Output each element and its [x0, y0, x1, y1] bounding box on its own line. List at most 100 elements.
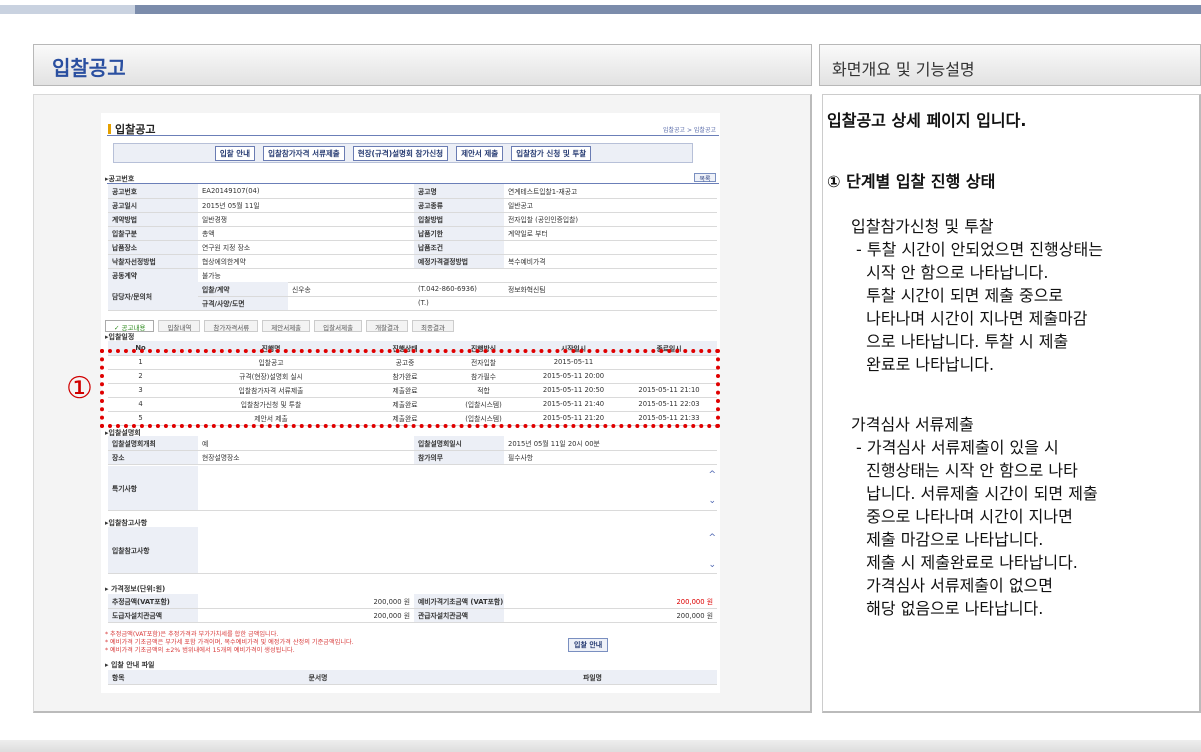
briefing-value: 2015년 05월 11일 20시 00분: [504, 436, 717, 451]
info-label: 입찰방법: [414, 212, 504, 227]
description-title-bar: 화면개요 및 기능설명: [819, 44, 1201, 86]
contact-dept: 정보화혁신팀: [504, 282, 717, 297]
file-col-doc: 문서명: [168, 670, 468, 685]
desc-line: - 가격심사 서류제출이 있을 시: [856, 438, 1059, 457]
briefing-value: 현장설명장소: [198, 450, 414, 465]
step-marker: ①: [66, 371, 93, 406]
progress-tab[interactable]: 입찰서제출: [314, 320, 363, 332]
desc-line: 진행상태는 시작 안 함으로 나타: [856, 461, 1078, 480]
progress-tab[interactable]: 참가자격서류: [204, 320, 259, 332]
briefing-label: 장소: [108, 450, 198, 465]
desc-line: - 투찰 시간이 안되었으면 진행상태는: [856, 240, 1103, 259]
reference-scroll-up-icon[interactable]: ^: [708, 533, 716, 543]
info-label: 납품기한: [414, 226, 504, 241]
desc-line: 가격심사 서류제출이 없으면: [856, 576, 1053, 595]
breadcrumb: 입찰공고 > 입찰공고: [662, 127, 716, 134]
info-label: 계약방법: [108, 212, 198, 227]
info-value: EA20149107(04): [198, 184, 414, 199]
desc-line: 제출 시 제출완료로 나타납니다.: [856, 553, 1078, 572]
page-title: 입찰공고: [52, 56, 126, 80]
price-row: 도급자설치관금액 200,000 원 관급자설치관금액 200,000 원: [108, 608, 717, 623]
desc-block2-title: 가격심사 서류제출: [851, 415, 974, 434]
title-divider: [107, 135, 719, 136]
desc-line: 으로 나타납니다. 투찰 시 제출: [856, 332, 1069, 351]
info-row: 공고번호 EA20149107(04) 공고명 연계테스트입찰1-재공고: [108, 184, 717, 199]
tab-briefing-apply[interactable]: 현장(규격)설명회 참가신청: [352, 145, 449, 161]
price-value: 200,000 원: [504, 608, 717, 623]
desc-line: 제출 마감으로 나타납니다.: [856, 530, 1044, 549]
info-label: [414, 268, 504, 283]
info-value: 복수예비가격: [504, 254, 717, 269]
notice-info-table: 공고번호 EA20149107(04) 공고명 연계테스트입찰1-재공고 공고일시 201…: [108, 184, 717, 283]
info-label: 입찰구분: [108, 226, 198, 241]
progress-tab[interactable]: 최종결과: [411, 320, 454, 332]
top-accent-light: [0, 5, 135, 14]
info-row: 납품장소 연구원 지정 장소 납품조건: [108, 240, 717, 255]
info-value: [504, 268, 717, 283]
special-notes-label: 특기사항: [108, 466, 198, 511]
briefing-label: 참가의무: [414, 450, 504, 465]
desc-line: 시작 안 함으로 나타납니다.: [856, 263, 1049, 282]
file-col-item: 항목: [108, 670, 168, 685]
bid-guide-button[interactable]: 입찰 안내: [568, 638, 609, 652]
info-label: 납품장소: [108, 240, 198, 255]
price-table: 추정금액(VAT포함) 200,000 원 예비가격기초금액 (VAT포함) 200,…: [108, 594, 717, 623]
progress-tab[interactable]: 개찰결과: [366, 320, 408, 332]
briefing-label: 입찰설명회일시: [414, 436, 504, 451]
info-value: 전자입찰 (공인인증입찰): [504, 212, 717, 227]
contact-name: 신우송: [288, 282, 414, 297]
section-files: ▸ 입찰 안내 파일: [105, 661, 155, 669]
special-notes-field[interactable]: [198, 466, 717, 511]
info-label: 공고명: [414, 184, 504, 199]
desc-line: 해당 없음으로 나타납니다.: [856, 599, 1044, 618]
price-value: 200,000 원: [504, 594, 717, 609]
file-col-file: 파일명: [468, 670, 717, 685]
price-row: 추정금액(VAT포함) 200,000 원 예비가격기초금액 (VAT포함) 200,…: [108, 594, 717, 609]
info-label: 공고번호: [108, 184, 198, 199]
info-value: 계약일로 부터: [504, 226, 717, 241]
info-row: 낙찰자선정방법 협상에의한계약 예정가격결정방법 복수예비가격: [108, 254, 717, 269]
info-row: 공고일시 2015년 05월 11일 공고종류 일반공고: [108, 198, 717, 213]
contact-table: 담당자/문의처 입찰/계약 신우송 (T.042-860-6936) 정보화혁신…: [108, 282, 717, 311]
desc-line: 나타나며 시간이 지나면 제출마감: [856, 309, 1088, 328]
info-value: 2015년 05월 11일: [198, 198, 414, 213]
reference-field[interactable]: [198, 527, 717, 574]
contact-tel: (T.042-860-6936): [414, 282, 504, 297]
info-value: 연구원 지정 장소: [198, 240, 414, 255]
progress-tab[interactable]: ✓ 공고내용: [105, 320, 155, 332]
info-value: [504, 240, 717, 255]
briefing-row: 장소 현장설명장소 참가의무 필수사항: [108, 450, 717, 465]
scroll-down-icon[interactable]: ⌄: [708, 496, 716, 506]
desc-line: 납니다. 서류제출 시간이 되면 제출: [856, 484, 1098, 503]
bid-action-tabs: 입찰 안내 입찰참가자격 서류제출 현장(규격)설명회 참가신청 제안서 제출 …: [113, 143, 693, 163]
briefing-table: 입찰설명회개최 예 입찰설명회일시 2015년 05월 11일 20시 00분 장소 현장…: [108, 436, 717, 465]
price-label: 추정금액(VAT포함): [108, 594, 198, 609]
contact-spec-label: 규격/사양/도면: [198, 296, 288, 311]
reference-scroll-down-icon[interactable]: ⌄: [708, 560, 716, 570]
desc-line: 중으로 나타나며 시간이 지나면: [856, 507, 1073, 526]
contact-label: 담당자/문의처: [108, 282, 198, 311]
desc-line: 투찰 시간이 되면 제출 중으로: [856, 286, 1064, 305]
page-title-bar: 입찰공고: [33, 44, 812, 86]
info-label: 낙찰자선정방법: [108, 254, 198, 269]
progress-tab[interactable]: 제안서제출: [262, 320, 311, 332]
tab-bid-guide[interactable]: 입찰 안내: [214, 145, 256, 161]
tab-proposal-submit[interactable]: 제안서 제출: [456, 145, 504, 161]
info-value: 일반경쟁: [198, 212, 414, 227]
info-value: 일반공고: [504, 198, 717, 213]
reference-table: 입찰참고사항: [108, 527, 717, 574]
reference-label: 입찰참고사항: [108, 527, 198, 574]
desc-intro: 입찰공고 상세 페이지 입니다.: [827, 111, 1027, 130]
tab-bid-apply[interactable]: 입찰참가 신청 및 투찰: [511, 145, 592, 161]
list-button[interactable]: 목록: [694, 173, 716, 183]
tab-qualification-docs[interactable]: 입찰참가자격 서류제출: [263, 145, 345, 161]
scroll-up-icon[interactable]: ^: [708, 470, 716, 480]
file-table: 항목 문서명 파일명: [108, 670, 717, 685]
info-row: 계약방법 일반경쟁 입찰방법 전자입찰 (공인인증입찰): [108, 212, 717, 227]
progress-tab[interactable]: 입찰내역: [158, 320, 201, 332]
section-price: ▸ 가격정보(단위:원): [105, 585, 166, 593]
info-label: 예정가격결정방법: [414, 254, 504, 269]
contact-spec-tel: (T.): [414, 296, 504, 311]
briefing-row: 입찰설명회개최 예 입찰설명회일시 2015년 05월 11일 20시 00분: [108, 436, 717, 451]
bottom-bar: [0, 740, 1201, 752]
